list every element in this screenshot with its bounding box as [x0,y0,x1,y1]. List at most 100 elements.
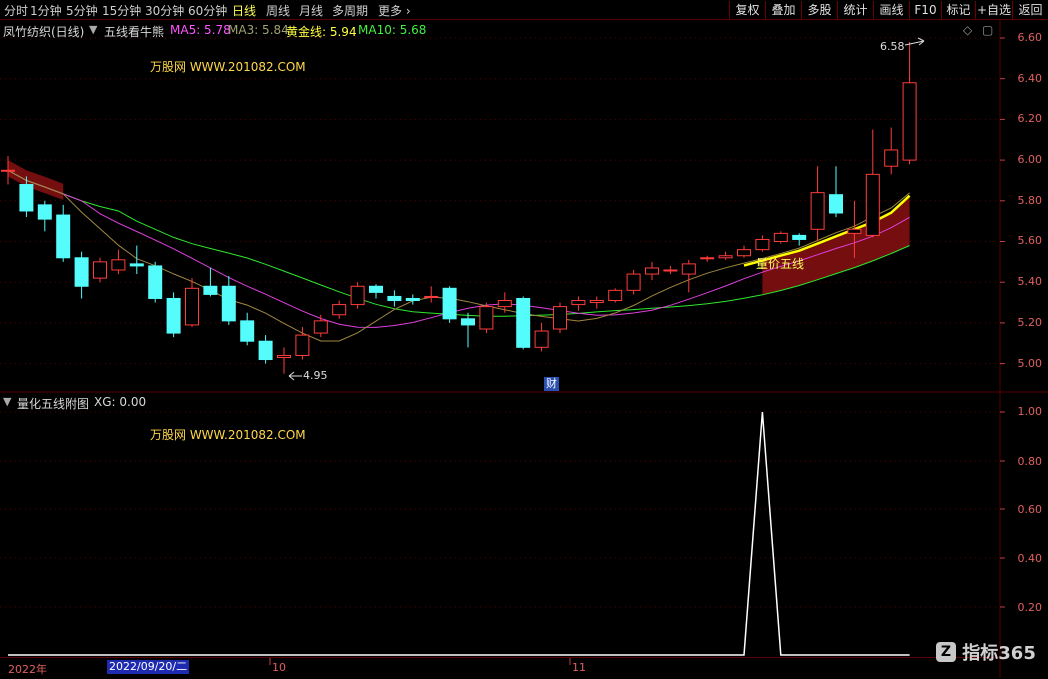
candle[interactable] [645,261,659,281]
price-tick: 5.60 [1017,234,1043,247]
candle-body [663,269,678,272]
candle[interactable] [663,265,678,275]
price-tick: 5.40 [1017,275,1043,288]
candle[interactable] [737,245,751,258]
cursor-date: 2022/09/20/二 [107,660,190,674]
candle[interactable] [534,322,549,352]
xg-signal-line [8,411,910,656]
candle[interactable] [369,284,383,299]
candle-body [516,297,531,348]
signal-tick: 0.20 [1017,601,1043,614]
ma10-line [7,169,910,317]
kline-chart[interactable] [0,0,1048,678]
high-annotation: 6.58 [880,40,905,53]
candle[interactable] [461,312,475,348]
candle-body [829,194,843,214]
candle-body [313,320,328,334]
candle-body [240,320,255,342]
candle[interactable] [571,296,586,311]
signal-annotation: 量价五线 [756,257,805,271]
candle[interactable] [387,290,402,307]
candle-body [332,304,347,316]
bull-ribbon-start [8,160,64,200]
candle[interactable] [865,129,880,238]
candle-body [792,234,807,240]
candle[interactable] [350,282,365,309]
candle-body [258,340,273,361]
candle[interactable] [166,292,181,338]
date-axis: 2022年 2022/09/20/二 10 11 [0,657,1000,679]
candle-body [37,204,52,220]
candle-body [902,82,917,161]
candle[interactable] [700,255,715,262]
candle[interactable] [148,261,163,303]
candle[interactable] [497,292,512,313]
price-tick: 5.20 [1017,316,1043,329]
candle[interactable] [718,251,733,260]
signal-tick: 0.40 [1017,552,1043,565]
price-tick: 6.60 [1017,31,1043,44]
candle-body [387,295,402,302]
candle-body [166,297,181,334]
candle-body [369,285,383,293]
candle-body [148,265,163,299]
candle[interactable] [479,302,494,334]
candle-body [277,354,291,358]
candle-body [221,285,236,322]
signal-tick: 1.00 [1017,405,1043,418]
candle-body [479,306,494,330]
candle[interactable] [626,269,641,295]
candle-body [810,192,825,230]
candle-body [718,255,733,259]
signal-tick: 0.80 [1017,455,1043,468]
candle-body [19,184,34,212]
candle[interactable] [608,288,623,303]
candle[interactable] [810,166,825,242]
candle-body [700,257,715,260]
candle[interactable] [56,204,71,262]
candle[interactable] [37,200,52,232]
candle[interactable] [313,314,328,338]
candle[interactable] [295,326,310,360]
candle[interactable] [516,296,531,350]
candle[interactable] [1,156,15,185]
candle-body [571,300,586,306]
candle[interactable] [829,166,843,218]
candle[interactable] [681,259,696,293]
candle[interactable] [240,312,255,346]
candle-body [74,257,89,287]
candle-body [865,173,880,236]
candle-body [497,300,512,308]
candle[interactable] [553,302,567,334]
candle[interactable] [884,127,899,175]
candle-body [553,306,567,330]
candle[interactable] [93,257,107,283]
candle[interactable] [792,233,807,246]
candle[interactable] [442,286,457,323]
candle-body [350,285,365,306]
candle-body [405,297,420,302]
candle-body [773,232,788,243]
cai-badge[interactable]: 财 [544,377,559,391]
candle-body [461,318,475,326]
candle[interactable] [332,300,347,319]
candle[interactable] [185,278,199,327]
candle[interactable] [129,245,144,275]
candle[interactable] [258,335,273,364]
price-tick: 6.40 [1017,72,1043,85]
candle[interactable] [424,286,439,303]
candle[interactable] [221,276,236,325]
candle[interactable] [902,42,917,165]
candle[interactable] [773,231,788,244]
candle[interactable] [74,251,89,299]
candle-body [589,300,604,304]
candle-body [534,330,549,348]
candle[interactable] [277,347,291,374]
candle[interactable] [755,235,770,252]
candle[interactable] [111,249,126,275]
candle-body [203,285,218,295]
candle-body [847,228,862,234]
logo-mark-icon: Z [936,642,956,662]
candle-body [424,295,439,298]
candle[interactable] [589,296,604,309]
